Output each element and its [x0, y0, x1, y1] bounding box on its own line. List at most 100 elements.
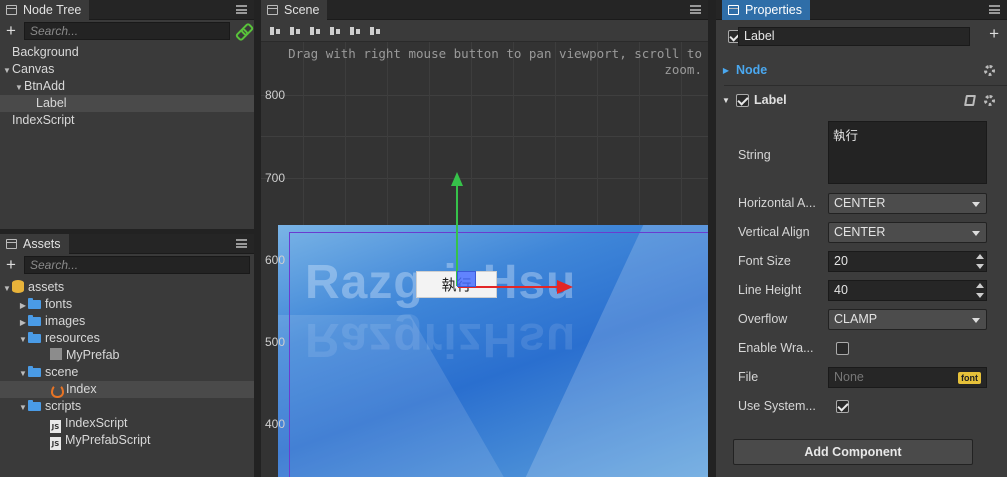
align-right-icon[interactable]	[369, 25, 382, 37]
asset-item-indexscript[interactable]: JS IndexScript	[0, 415, 254, 433]
scene-viewport[interactable]: Drag with right mouse button to pan view…	[261, 42, 708, 477]
font-size-input[interactable]: 20	[828, 251, 987, 272]
asset-label: scene	[45, 365, 79, 379]
tree-item-canvas[interactable]: ▼Canvas	[0, 61, 254, 78]
node-name-input[interactable]: Label	[738, 27, 970, 46]
tab-properties[interactable]: Properties	[722, 0, 810, 20]
tree-item-label: BtnAdd	[24, 79, 66, 93]
link-icon[interactable]	[236, 24, 250, 38]
expand-triangle-icon[interactable]: ▼	[2, 62, 12, 79]
folder-icon	[28, 298, 41, 309]
add-component-button[interactable]: Add Component	[733, 439, 973, 465]
prop-row-line-height: Line Height 40	[716, 280, 1007, 302]
collapse-triangle-icon[interactable]: ▶	[716, 66, 736, 75]
align-toolbar	[261, 20, 708, 42]
asset-item-myprefabscript[interactable]: JS MyPrefabScript	[0, 432, 254, 450]
splitter-left[interactable]	[254, 0, 261, 477]
stepper-icon[interactable]	[976, 283, 984, 298]
properties-panel: Properties Label + ▶ Node ▼ Label String…	[716, 0, 1007, 477]
prop-row-use-system-font: Use System...	[716, 396, 1007, 418]
node-tree-list: Background ▼Canvas ▼BtnAdd Label IndexSc…	[0, 42, 254, 129]
asset-label: Index	[66, 382, 97, 396]
string-textarea[interactable]: 執行	[828, 121, 987, 184]
tree-item-background[interactable]: Background	[0, 44, 254, 61]
asset-label: fonts	[45, 297, 73, 311]
asset-item-myprefab[interactable]: MyPrefab	[0, 347, 254, 364]
font-file-field[interactable]: None font	[828, 367, 987, 388]
tree-item-label-node[interactable]: Label	[0, 95, 254, 112]
node-tree-search-row: + Search...	[0, 20, 254, 42]
tab-assets[interactable]: Assets	[0, 234, 69, 254]
asset-label: assets	[28, 280, 65, 294]
tree-item-indexscript[interactable]: IndexScript	[0, 112, 254, 129]
add-node-button[interactable]: +	[4, 22, 18, 39]
properties-body: Label + ▶ Node ▼ Label String 執行 Horizon…	[716, 20, 1007, 477]
vertical-align-select[interactable]: CENTER	[828, 222, 987, 243]
node-tree-panel: Node Tree + Search... Background ▼Canvas…	[0, 0, 254, 229]
expand-triangle-icon[interactable]: ▼	[18, 365, 28, 382]
tree-item-btnadd[interactable]: ▼BtnAdd	[0, 78, 254, 95]
expand-triangle-icon[interactable]: ▼	[716, 96, 736, 105]
asset-item-resources[interactable]: ▼ resources	[0, 330, 254, 347]
ruler-label: 400	[265, 417, 286, 431]
collapse-triangle-icon[interactable]: ▶	[18, 297, 28, 314]
prop-row-enable-wrap: Enable Wra...	[716, 338, 1007, 360]
align-bottom-icon[interactable]	[309, 25, 322, 37]
overflow-select[interactable]: CLAMP	[828, 309, 987, 330]
assets-search-input[interactable]: Search...	[24, 256, 250, 274]
prop-label: Font Size	[738, 254, 791, 268]
add-asset-button[interactable]: +	[4, 256, 18, 273]
folder-icon	[28, 332, 41, 343]
prefab-icon	[50, 348, 62, 360]
splitter-horizontal[interactable]	[0, 229, 254, 234]
asset-item-scripts[interactable]: ▼ scripts	[0, 398, 254, 415]
enable-wrap-checkbox[interactable]	[836, 342, 849, 355]
stepper-icon[interactable]	[976, 254, 984, 269]
gizmo-x-arrow-icon[interactable]	[557, 280, 573, 294]
asset-item-index[interactable]: Index	[0, 381, 254, 398]
asset-item-scene[interactable]: ▼ scene	[0, 364, 254, 381]
gizmo-center-handle[interactable]	[457, 271, 476, 287]
asset-item-assets[interactable]: ▼ assets	[0, 279, 254, 296]
tab-scene[interactable]: Scene	[261, 0, 328, 20]
panel-menu-icon[interactable]	[690, 5, 701, 14]
folder-icon	[28, 315, 41, 326]
prop-row-font-size: Font Size 20	[716, 251, 1007, 273]
tab-node-tree[interactable]: Node Tree	[0, 0, 90, 20]
align-top-icon[interactable]	[269, 25, 282, 37]
panel-menu-icon[interactable]	[236, 5, 247, 14]
asset-item-fonts[interactable]: ▶ fonts	[0, 296, 254, 313]
folder-icon	[28, 400, 41, 411]
add-button[interactable]: +	[989, 24, 999, 44]
asset-label: images	[45, 314, 86, 328]
node-section-header[interactable]: ▶ Node	[716, 58, 1007, 82]
label-enabled-checkbox[interactable]	[736, 93, 749, 107]
splitter-right[interactable]	[708, 0, 716, 477]
grid-line	[261, 95, 708, 96]
expand-triangle-icon[interactable]: ▼	[18, 331, 28, 348]
align-hcenter-icon[interactable]	[349, 25, 362, 37]
expand-triangle-icon[interactable]: ▼	[18, 399, 28, 416]
align-vcenter-icon[interactable]	[289, 25, 302, 37]
horizontal-align-select[interactable]: CENTER	[828, 193, 987, 214]
gear-icon[interactable]	[984, 94, 995, 106]
line-height-input[interactable]: 40	[828, 280, 987, 301]
gizmo-y-arrow-icon[interactable]	[451, 172, 463, 186]
node-tree-search-input[interactable]: Search...	[24, 22, 230, 40]
asset-item-images[interactable]: ▶ images	[0, 313, 254, 330]
gear-icon[interactable]	[984, 64, 995, 76]
expand-triangle-icon[interactable]: ▼	[14, 79, 24, 96]
line-height-value: 40	[834, 283, 848, 297]
prop-label: Enable Wra...	[738, 341, 814, 355]
use-system-font-checkbox[interactable]	[836, 400, 849, 413]
panel-menu-icon[interactable]	[236, 239, 247, 248]
expand-triangle-icon[interactable]: ▼	[2, 280, 12, 297]
panel-menu-icon[interactable]	[989, 5, 1000, 14]
font-file-value: None	[834, 370, 864, 384]
tree-item-label: Canvas	[12, 62, 55, 76]
collapse-triangle-icon[interactable]: ▶	[18, 314, 28, 331]
label-section-header[interactable]: ▼ Label	[716, 88, 1007, 112]
node-tree-tabbar: Node Tree	[0, 0, 254, 20]
align-left-icon[interactable]	[329, 25, 342, 37]
help-book-icon[interactable]	[964, 94, 976, 106]
